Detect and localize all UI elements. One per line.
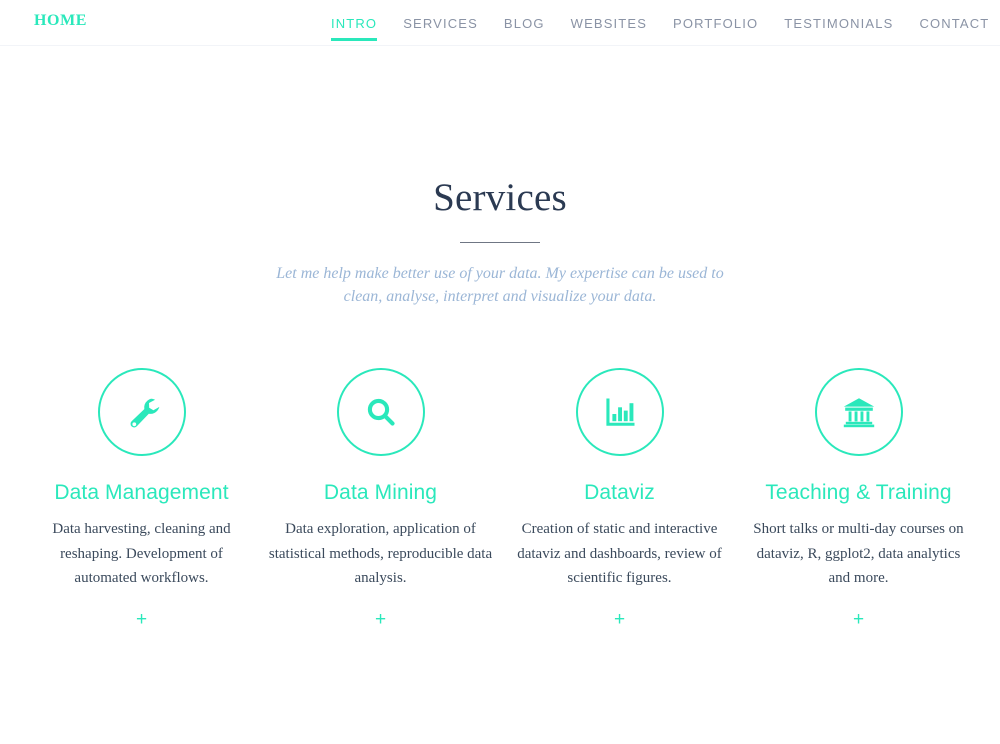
bar-chart-icon <box>600 392 640 432</box>
page-title: Services <box>433 176 567 219</box>
section-subtitle-line-1: Let me help make better use of your data… <box>276 264 708 282</box>
service-expand-button[interactable]: + <box>745 610 972 629</box>
section-header: Services Let me help make better use of … <box>0 176 1000 308</box>
service-description: Data harvesting, cleaning and reshaping.… <box>52 521 231 587</box>
service-expand-button[interactable]: + <box>28 610 255 629</box>
service-icon-circle <box>575 368 664 457</box>
nav-item-testimonials[interactable]: TESTIMONIALS <box>784 0 893 46</box>
wrench-icon <box>122 392 162 432</box>
service-description: Short talks or multi-day courses on data… <box>753 521 964 587</box>
site-header: HOME INTRO SERVICES BLOG WEBSITES PORTFO… <box>0 0 1000 46</box>
nav-item-contact[interactable]: CONTACT <box>919 0 989 46</box>
service-title: Data Mining <box>323 481 438 505</box>
service-card-dataviz: Dataviz Creation of static and interacti… <box>500 368 739 629</box>
service-title: Teaching & Training <box>765 481 952 505</box>
service-card-data-mining: Data Mining Data exploration, applicatio… <box>261 368 500 629</box>
title-divider <box>460 241 540 243</box>
service-description: Creation of static and interactive datav… <box>517 521 722 587</box>
service-expand-button[interactable]: + <box>267 610 494 629</box>
service-card-teaching-training: Teaching & Training Short talks or multi… <box>739 368 978 629</box>
service-description: Data exploration, application of statist… <box>268 521 493 587</box>
service-card-data-management: Data Management Data harvesting, cleanin… <box>22 368 261 629</box>
service-icon-circle <box>336 368 425 457</box>
bank-icon <box>839 392 879 432</box>
nav-item-intro[interactable]: INTRO <box>331 0 378 46</box>
section-subtitle: Let me help make better use of your data… <box>265 262 735 308</box>
nav-item-blog[interactable]: BLOG <box>504 0 545 46</box>
service-title: Dataviz <box>584 481 655 505</box>
brand-logo-home[interactable]: HOME <box>34 13 87 29</box>
service-expand-button[interactable]: + <box>506 610 733 629</box>
main-navigation: INTRO SERVICES BLOG WEBSITES PORTFOLIO T… <box>331 0 989 46</box>
nav-item-portfolio[interactable]: PORTFOLIO <box>673 0 758 46</box>
services-grid: Data Management Data harvesting, cleanin… <box>0 368 1000 629</box>
nav-item-services[interactable]: SERVICES <box>403 0 478 46</box>
service-icon-circle <box>814 368 903 457</box>
magnifier-icon <box>361 392 401 432</box>
nav-item-websites[interactable]: WEBSITES <box>571 0 647 46</box>
service-title: Data Management <box>54 481 229 505</box>
service-icon-circle <box>97 368 186 457</box>
